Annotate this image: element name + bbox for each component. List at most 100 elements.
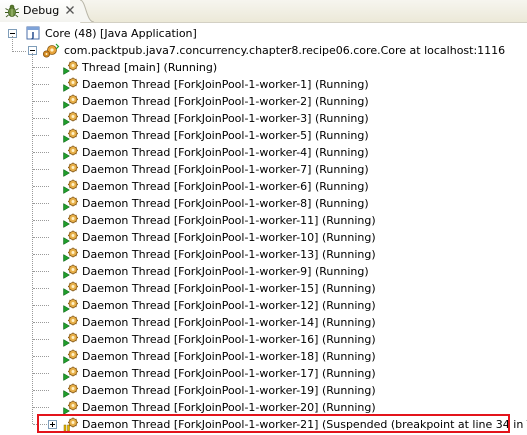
- tree-guide-line: [12, 36, 13, 52]
- running-thread-icon: [63, 366, 78, 381]
- thread-label: Thread [main] (Running): [82, 61, 218, 74]
- running-thread-icon: [63, 281, 78, 296]
- launch-label: Core (48) [Java Application]: [45, 27, 197, 40]
- tree-row-thread[interactable]: Thread [main] (Running): [0, 59, 527, 76]
- tree-row-thread[interactable]: Daemon Thread [ForkJoinPool-1-worker-2] …: [0, 93, 527, 110]
- tree-row-thread[interactable]: Daemon Thread [ForkJoinPool-1-worker-9] …: [0, 263, 527, 280]
- thread-label: Daemon Thread [ForkJoinPool-1-worker-2] …: [82, 95, 369, 108]
- tree-guide-line: [33, 152, 49, 153]
- running-thread-icon: [63, 264, 78, 279]
- debug-target-label: com.packtpub.java7.concurrency.chapter8.…: [64, 44, 506, 57]
- thread-label: Daemon Thread [ForkJoinPool-1-worker-19]…: [82, 384, 376, 397]
- running-thread-icon: [63, 315, 78, 330]
- tree-row-thread[interactable]: Daemon Thread [ForkJoinPool-1-worker-5] …: [0, 127, 527, 144]
- running-thread-icon: [63, 128, 78, 143]
- tree-guide-line: [32, 53, 33, 424]
- debug-target-icon: [42, 43, 60, 58]
- tree-row-thread[interactable]: Daemon Thread [ForkJoinPool-1-worker-16]…: [0, 331, 527, 348]
- java-application-icon: J: [26, 26, 40, 40]
- thread-label: Daemon Thread [ForkJoinPool-1-worker-6] …: [82, 180, 369, 193]
- tree-row-debug-target[interactable]: com.packtpub.java7.concurrency.chapter8.…: [0, 42, 527, 59]
- tree-row-launch[interactable]: J Core (48) [Java Application]: [0, 25, 527, 42]
- tree-row-thread[interactable]: Daemon Thread [ForkJoinPool-1-worker-8] …: [0, 195, 527, 212]
- tree-guide-line: [33, 339, 49, 340]
- thread-label: Daemon Thread [ForkJoinPool-1-worker-5] …: [82, 129, 369, 142]
- tree-row-thread[interactable]: Daemon Thread [ForkJoinPool-1-worker-11]…: [0, 212, 527, 229]
- tree-row-thread[interactable]: Daemon Thread [ForkJoinPool-1-worker-20]…: [0, 399, 527, 416]
- tree-guide-line: [33, 135, 49, 136]
- running-thread-icon: [63, 111, 78, 126]
- running-thread-icon: [63, 400, 78, 415]
- tree-row-thread[interactable]: Daemon Thread [ForkJoinPool-1-worker-14]…: [0, 314, 527, 331]
- tree-row-thread[interactable]: Daemon Thread [ForkJoinPool-1-worker-12]…: [0, 297, 527, 314]
- running-thread-icon: [63, 247, 78, 262]
- tree-row-thread[interactable]: Daemon Thread [ForkJoinPool-1-worker-18]…: [0, 348, 527, 365]
- thread-label: Daemon Thread [ForkJoinPool-1-worker-11]…: [82, 214, 376, 227]
- tree-guide-line: [33, 254, 49, 255]
- tree-guide-line: [33, 424, 49, 425]
- tree-guide-line: [33, 305, 49, 306]
- view-tab-bar: Debug: [0, 0, 527, 23]
- tree-guide-line: [33, 322, 49, 323]
- tree-row-thread[interactable]: Daemon Thread [ForkJoinPool-1-worker-21]…: [0, 416, 527, 433]
- tree-guide-line: [33, 271, 49, 272]
- thread-label: Daemon Thread [ForkJoinPool-1-worker-15]…: [82, 282, 376, 295]
- running-thread-icon: [63, 179, 78, 194]
- debug-bug-icon: [5, 4, 19, 18]
- tree-row-thread[interactable]: Daemon Thread [ForkJoinPool-1-worker-10]…: [0, 229, 527, 246]
- tree-guide-line: [33, 84, 49, 85]
- running-thread-icon: [63, 298, 78, 313]
- tree-guide-line: [33, 237, 49, 238]
- running-thread-icon: [63, 349, 78, 364]
- running-thread-icon: [63, 332, 78, 347]
- tree-guide-line: [33, 407, 49, 408]
- tree-guide-line: [33, 186, 49, 187]
- running-thread-icon: [63, 94, 78, 109]
- tree-row-thread[interactable]: Daemon Thread [ForkJoinPool-1-worker-17]…: [0, 365, 527, 382]
- running-thread-icon: [63, 145, 78, 160]
- tree-guide-line: [12, 51, 26, 52]
- expand-icon[interactable]: [48, 420, 57, 429]
- thread-label: Daemon Thread [ForkJoinPool-1-worker-9] …: [82, 265, 369, 278]
- thread-label: Daemon Thread [ForkJoinPool-1-worker-12]…: [82, 299, 376, 312]
- tree-row-thread[interactable]: Daemon Thread [ForkJoinPool-1-worker-6] …: [0, 178, 527, 195]
- thread-label: Daemon Thread [ForkJoinPool-1-worker-18]…: [82, 350, 376, 363]
- thread-label: Daemon Thread [ForkJoinPool-1-worker-13]…: [82, 248, 376, 261]
- tree-guide-line: [33, 203, 49, 204]
- tree-guide-line: [33, 67, 49, 68]
- thread-label: Daemon Thread [ForkJoinPool-1-worker-16]…: [82, 333, 376, 346]
- tree-row-thread[interactable]: Daemon Thread [ForkJoinPool-1-worker-19]…: [0, 382, 527, 399]
- tree-guide-line: [33, 373, 49, 374]
- tab-title: Debug: [23, 4, 60, 17]
- running-thread-icon: [63, 60, 78, 75]
- tree-guide-line: [33, 390, 49, 391]
- suspended-thread-icon: [63, 417, 78, 432]
- debug-tree: J Core (48) [Java Application] com.packt…: [0, 22, 527, 435]
- tree-guide-line: [33, 220, 49, 221]
- thread-label: Daemon Thread [ForkJoinPool-1-worker-3] …: [82, 112, 369, 125]
- running-thread-icon: [63, 213, 78, 228]
- running-thread-icon: [63, 383, 78, 398]
- tree-guide-line: [33, 356, 49, 357]
- tree-row-thread[interactable]: Daemon Thread [ForkJoinPool-1-worker-3] …: [0, 110, 527, 127]
- tree-row-thread[interactable]: Daemon Thread [ForkJoinPool-1-worker-4] …: [0, 144, 527, 161]
- tree-guide-line: [33, 288, 49, 289]
- thread-label: Daemon Thread [ForkJoinPool-1-worker-21]…: [82, 418, 527, 431]
- tree-row-thread[interactable]: Daemon Thread [ForkJoinPool-1-worker-15]…: [0, 280, 527, 297]
- tree-row-thread[interactable]: Daemon Thread [ForkJoinPool-1-worker-1] …: [0, 76, 527, 93]
- running-thread-icon: [63, 162, 78, 177]
- running-thread-icon: [63, 230, 78, 245]
- thread-label: Daemon Thread [ForkJoinPool-1-worker-8] …: [82, 197, 369, 210]
- close-icon[interactable]: [64, 4, 76, 16]
- tree-guide-line: [33, 101, 49, 102]
- thread-label: Daemon Thread [ForkJoinPool-1-worker-1] …: [82, 78, 369, 91]
- thread-label: Daemon Thread [ForkJoinPool-1-worker-20]…: [82, 401, 376, 414]
- thread-label: Daemon Thread [ForkJoinPool-1-worker-4] …: [82, 146, 369, 159]
- running-thread-icon: [63, 77, 78, 92]
- tree-row-thread[interactable]: Daemon Thread [ForkJoinPool-1-worker-7] …: [0, 161, 527, 178]
- tree-guide-line: [33, 118, 49, 119]
- thread-label: Daemon Thread [ForkJoinPool-1-worker-10]…: [82, 231, 376, 244]
- tree-guide-line: [33, 169, 49, 170]
- running-thread-icon: [63, 196, 78, 211]
- tree-row-thread[interactable]: Daemon Thread [ForkJoinPool-1-worker-13]…: [0, 246, 527, 263]
